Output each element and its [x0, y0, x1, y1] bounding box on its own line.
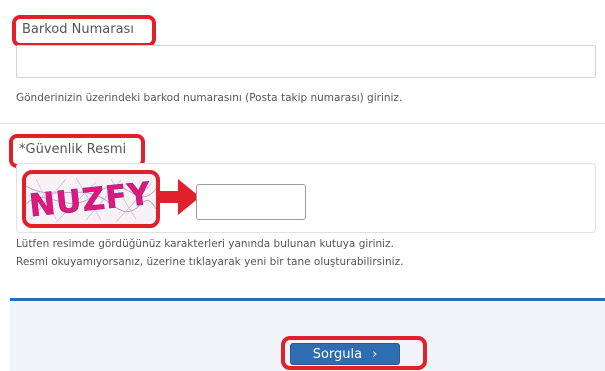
- barkod-input[interactable]: [16, 45, 596, 78]
- barkod-help-text: Gönderinizin üzerindeki barkod numarasın…: [16, 92, 403, 104]
- captcha-text: NUZFY: [28, 176, 153, 224]
- security-help-line1: Lütfen resimde gördüğünüz karakterleri y…: [16, 238, 394, 250]
- captcha-input[interactable]: [196, 184, 306, 220]
- captcha-graphic: NUZFY: [26, 175, 156, 224]
- chevron-right-icon: ›: [372, 346, 378, 362]
- security-help-line2: Resmi okuyamıyorsanız, üzerine tıklayara…: [16, 256, 404, 268]
- captcha-image[interactable]: NUZFY: [22, 170, 160, 228]
- sorgula-button-label: Sorgula: [312, 346, 363, 362]
- barkod-label-highlight: [12, 15, 156, 47]
- sorgula-button[interactable]: Sorgula ›: [290, 343, 400, 365]
- section-divider: [0, 123, 605, 124]
